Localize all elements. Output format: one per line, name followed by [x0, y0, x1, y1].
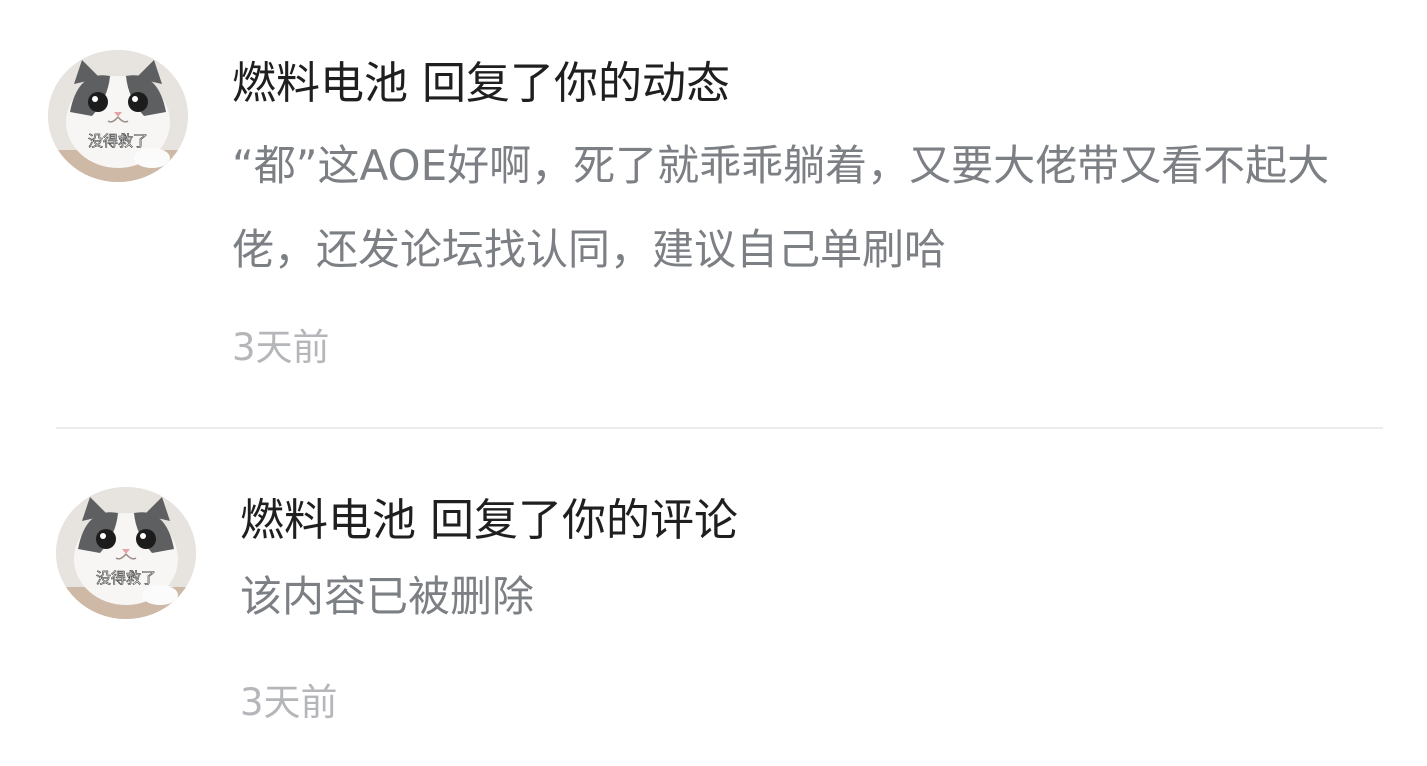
reply-content[interactable]: “都”这AOE好啊，死了就乖乖躺着，又要大佬带又看不起大佬，还发论坛找认同，建议… [232, 124, 1372, 292]
avatar-caption: 没得救了 [88, 132, 148, 150]
cat-avatar-icon: 没得救了 [56, 487, 196, 619]
action-text: 回复了你的评论 [430, 495, 738, 546]
user-avatar[interactable]: 没得救了 [56, 487, 196, 619]
username-link[interactable]: 燃料电池 [240, 495, 416, 546]
username-link[interactable]: 燃料电池 [232, 58, 408, 109]
notification-title: 燃料电池 回复了你的评论 [240, 493, 738, 549]
action-text: 回复了你的动态 [422, 58, 730, 109]
user-avatar[interactable]: 没得救了 [48, 50, 188, 182]
notification-title: 燃料电池 回复了你的动态 [232, 56, 730, 112]
notification-item[interactable]: 没得救了 燃料电池 回复了你的动态 “都”这AOE好啊，死了就乖乖躺着，又要大佬带… [0, 0, 1427, 428]
timestamp: 3天前 [240, 681, 338, 724]
timestamp: 3天前 [232, 326, 330, 369]
cat-avatar-icon: 没得救了 [48, 50, 188, 182]
deleted-content-notice: 该内容已被删除 [240, 572, 535, 621]
notification-item[interactable]: 没得救了 燃料电池 回复了你的评论 该内容已被删除 3天前 [0, 429, 1427, 766]
avatar-caption: 没得救了 [96, 569, 156, 587]
